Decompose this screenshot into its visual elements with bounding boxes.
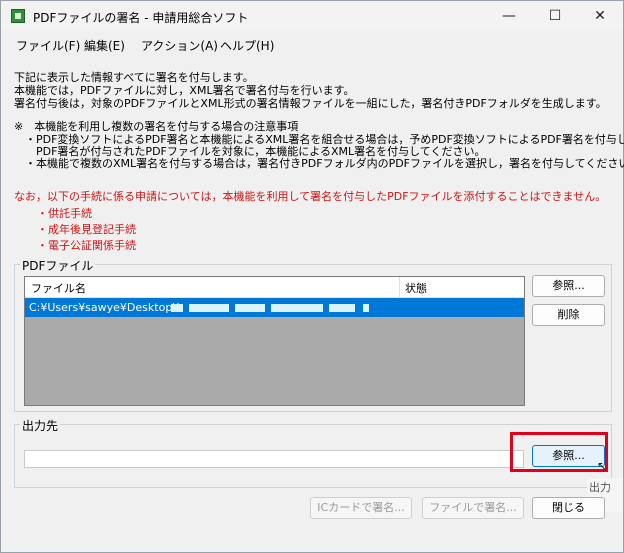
close-window-button[interactable]: ✕: [577, 1, 623, 31]
procedure-item: ・電子公証関係手続: [37, 239, 136, 252]
procedure-item: ・供託手続: [37, 207, 92, 220]
output-label: 出力先: [20, 417, 61, 434]
column-header-filename[interactable]: ファイル名: [31, 280, 86, 296]
minimize-button[interactable]: —: [486, 1, 532, 31]
close-button[interactable]: 閉じる: [532, 497, 605, 519]
app-icon: [11, 9, 25, 23]
pdf-file-label: PDFファイル: [20, 257, 96, 274]
redacted-mark: [235, 304, 265, 312]
redacted-mark: [271, 304, 323, 312]
ic-card-sign-button[interactable]: ICカードで署名...: [310, 497, 412, 519]
column-header-status[interactable]: 状態: [405, 280, 427, 296]
procedure-item: ・成年後見登記手続: [37, 223, 136, 236]
file-sign-button[interactable]: ファイルで署名...: [422, 497, 524, 519]
menu-help[interactable]: ヘルプ(H): [220, 37, 274, 54]
title-bar[interactable]: PDFファイルの署名 - 申請用総合ソフト — ☐ ✕: [1, 1, 623, 31]
redacted-mark: [363, 304, 369, 312]
file-path-cell: C:¥Users¥sawye¥Desktop¥: [29, 301, 180, 314]
menu-action[interactable]: アクション(A): [141, 37, 218, 54]
pdf-delete-button[interactable]: 削除: [532, 304, 605, 326]
highlight-box: [510, 432, 608, 472]
mouse-cursor-icon: ↖: [597, 459, 608, 473]
column-divider[interactable]: [399, 277, 400, 297]
table-row[interactable]: C:¥Users¥sawye¥Desktop¥: [25, 298, 524, 317]
redacted-mark: [189, 304, 229, 312]
window-title: PDFファイルの署名 - 申請用総合ソフト: [33, 11, 249, 25]
list-header: ファイル名 状態: [25, 277, 524, 298]
pdf-browse-button[interactable]: 参照...: [532, 275, 605, 297]
intro-line-3: 署名付与後は，対象のPDFファイルとXML形式の署名情報ファイルを一組にした，署…: [14, 97, 607, 110]
notes-line-3: ・本機能で複数のXML署名を付与する場合は，署名付きPDFフォルダ内のPDFファ…: [25, 157, 624, 170]
warning-text: なお，以下の手続に係る申請については，本機能を利用して署名を付与したPDFファイ…: [14, 190, 607, 203]
maximize-button[interactable]: ☐: [532, 1, 578, 31]
pdf-file-list[interactable]: ファイル名 状態 C:¥Users¥sawye¥Desktop¥: [24, 276, 525, 406]
menu-bar: ファイル(F) 編集(E) アクション(A) ヘルプ(H): [1, 32, 623, 56]
dialog-window: PDFファイルの署名 - 申請用総合ソフト — ☐ ✕ ファイル(F) 編集(E…: [0, 0, 624, 553]
redacted-mark: [171, 304, 183, 312]
menu-edit[interactable]: 編集(E): [84, 37, 125, 54]
output-path-input[interactable]: [24, 450, 524, 468]
redacted-mark: [329, 304, 355, 312]
menu-file[interactable]: ファイル(F): [16, 37, 80, 54]
